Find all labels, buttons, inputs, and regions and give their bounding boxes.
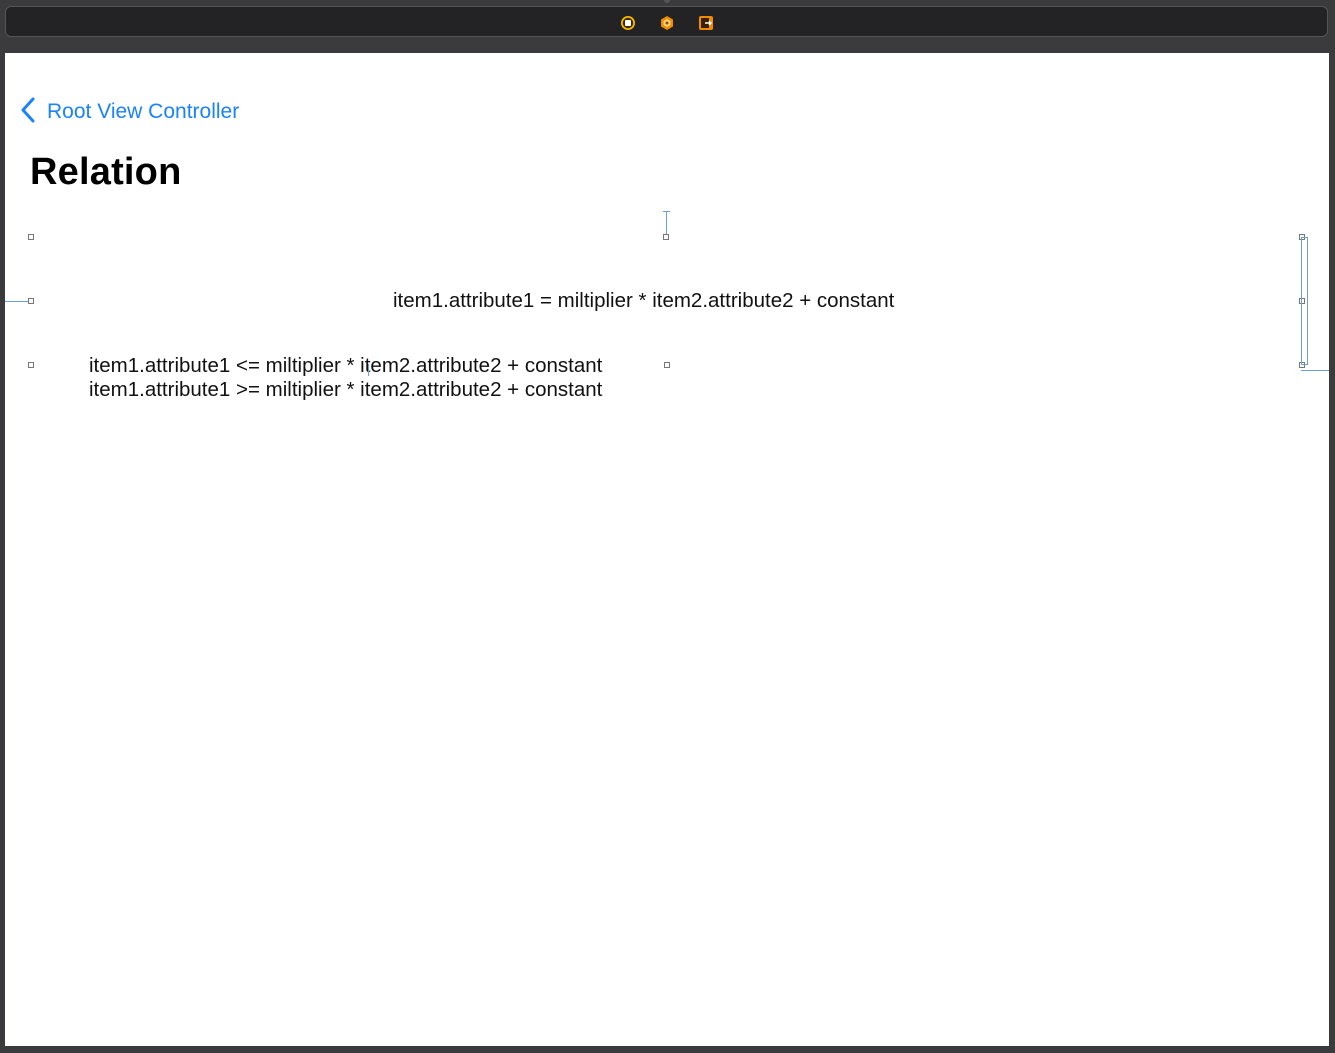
less-equal-relation-label[interactable]: item1.attribute1 <= miltiplier * item2.a… xyxy=(89,354,602,378)
constraint-guide xyxy=(1301,237,1302,365)
back-button[interactable]: Root View Controller xyxy=(21,97,239,127)
storyboard-canvas: Root View Controller Relation item1.attr… xyxy=(0,0,1335,1053)
selection-handle[interactable] xyxy=(28,298,34,304)
view-controller-view: Root View Controller Relation item1.attr… xyxy=(5,53,1329,1046)
selection-handle[interactable] xyxy=(1299,362,1305,368)
constraint-guide xyxy=(5,301,28,302)
constraint-guide xyxy=(663,211,670,212)
scene-dock[interactable] xyxy=(5,6,1328,37)
exit-icon[interactable] xyxy=(698,15,714,31)
text-cursor xyxy=(368,364,369,376)
selection-handle[interactable] xyxy=(664,362,670,368)
selection-handle[interactable] xyxy=(1299,298,1305,304)
selection-handle[interactable] xyxy=(28,362,34,368)
first-responder-icon[interactable] xyxy=(659,15,675,31)
greater-equal-relation-label[interactable]: item1.attribute1 >= miltiplier * item2.a… xyxy=(89,378,602,402)
page-title: Relation xyxy=(30,151,182,193)
constraint-guide xyxy=(1301,370,1329,371)
constraint-guide xyxy=(666,212,667,234)
constraint-guide xyxy=(1302,364,1308,365)
equal-relation-label[interactable]: item1.attribute1 = miltiplier * item2.at… xyxy=(393,289,894,313)
constraint-guide xyxy=(1307,237,1308,365)
selection-handle[interactable] xyxy=(663,234,669,240)
selection-handle[interactable] xyxy=(28,234,34,240)
constraint-guide xyxy=(1302,237,1308,238)
segue-notch xyxy=(664,0,670,3)
view-controller-icon[interactable] xyxy=(620,15,636,31)
chevron-left-icon xyxy=(21,97,35,128)
back-button-label: Root View Controller xyxy=(47,100,240,123)
